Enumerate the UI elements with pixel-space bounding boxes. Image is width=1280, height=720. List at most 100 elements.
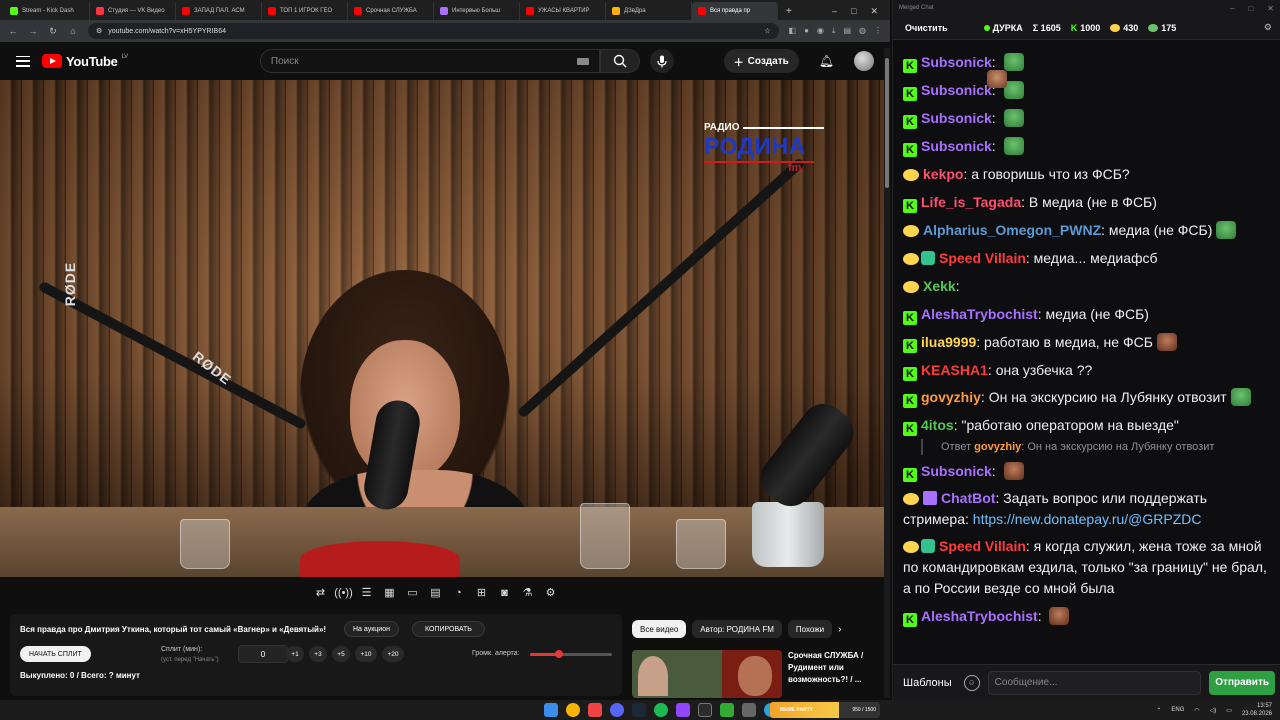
- browser-tab[interactable]: ЗАПАД ПАЛ. АСМ: [176, 2, 262, 20]
- playlist-settings-icon[interactable]: ☰: [358, 584, 375, 601]
- broadcast-icon[interactable]: ((•)): [334, 584, 353, 601]
- speed-gauge-icon[interactable]: ◔: [450, 584, 467, 601]
- bookmark-star-icon[interactable]: ☆: [764, 27, 770, 35]
- reply-reference[interactable]: Ответ govyzhiy: Он на экскурсию на Лубян…: [921, 439, 1272, 455]
- search-button[interactable]: [599, 49, 640, 73]
- chat-username[interactable]: Alpharius_Omegon_PWNZ: [923, 222, 1101, 238]
- reload-icon[interactable]: ↻: [48, 26, 58, 37]
- spotify-icon[interactable]: [654, 703, 668, 717]
- browser-tab[interactable]: Срочная СЛУЖБА: [348, 2, 434, 20]
- site-info-icon[interactable]: ⚙: [96, 27, 102, 35]
- steam-icon[interactable]: [632, 703, 646, 717]
- url-field[interactable]: ⚙ youtube.com/watch?v=xH5YPYRIB64 ☆: [88, 23, 779, 39]
- video-player[interactable]: RØDE RØDE РАДИО РОДИНА fm: [0, 80, 884, 577]
- add-box-icon[interactable]: ⊞: [473, 584, 490, 601]
- chat-username[interactable]: Subsonick: [921, 54, 992, 70]
- app-icon[interactable]: [676, 703, 690, 717]
- browser-tab[interactable]: Интервью Больш: [434, 2, 520, 20]
- app-icon[interactable]: [698, 703, 712, 717]
- hamburger-menu-icon[interactable]: [16, 55, 30, 67]
- camera-icon[interactable]: ◙: [496, 584, 513, 601]
- auction-button[interactable]: На аукцион: [344, 621, 399, 637]
- app-icon[interactable]: [742, 703, 756, 717]
- app-icon[interactable]: [588, 703, 602, 717]
- add-5-button[interactable]: +5: [332, 646, 350, 662]
- tab-similar[interactable]: Похожи: [787, 620, 833, 638]
- add-10-button[interactable]: +10: [355, 646, 377, 662]
- tab-by-author[interactable]: Автор: РОДИНА FM: [692, 620, 782, 638]
- app-icon[interactable]: [720, 703, 734, 717]
- alert-volume-knob[interactable]: [554, 650, 563, 658]
- avatar[interactable]: [854, 51, 874, 71]
- search-input[interactable]: Поиск: [259, 49, 600, 73]
- related-video-title[interactable]: Срочная СЛУЖБА / Рудимент или возможност…: [788, 650, 878, 698]
- profile-icon[interactable]: ◍: [859, 26, 866, 36]
- keyboard-icon[interactable]: [576, 57, 589, 65]
- browser-tab[interactable]: Вся правда пр: [692, 2, 778, 20]
- maximize-button[interactable]: □: [851, 6, 856, 16]
- browser-tab[interactable]: ДЗвДра: [606, 2, 692, 20]
- page-scrollbar[interactable]: [884, 48, 890, 698]
- battery-icon[interactable]: ▭: [1226, 707, 1232, 714]
- emoji-icon[interactable]: ☺: [963, 674, 980, 691]
- start-split-button[interactable]: НАЧАТЬ СПЛИТ: [20, 646, 91, 662]
- chat-username[interactable]: AleshaTrybochist: [921, 306, 1038, 322]
- templates-button[interactable]: Шаблоны: [899, 677, 956, 689]
- discord-icon[interactable]: [610, 703, 624, 717]
- download-icon[interactable]: ⤓: [832, 26, 836, 36]
- home-icon[interactable]: ⌂: [68, 26, 78, 36]
- gear-icon[interactable]: ⚙: [1264, 22, 1272, 33]
- kebab-menu-icon[interactable]: ⋮: [874, 26, 882, 36]
- minimize-button[interactable]: –: [832, 6, 837, 16]
- volume-icon[interactable]: ◁): [1210, 707, 1217, 714]
- chat-username[interactable]: KEASHA1: [921, 362, 988, 378]
- send-button[interactable]: Отправить: [1209, 670, 1275, 695]
- donate-link[interactable]: https://new.donatepay.ru/@GRPZDC: [973, 511, 1202, 527]
- clear-chat-button[interactable]: Очистить: [901, 20, 952, 36]
- chat-username[interactable]: govyzhiy: [921, 389, 981, 405]
- browser-tab[interactable]: Stream - Kick Dash: [4, 2, 90, 20]
- chat-username[interactable]: AleshaTrybochist: [921, 608, 1038, 624]
- wifi-icon[interactable]: ◠: [1194, 707, 1199, 714]
- browser-tab[interactable]: УЖАСЫ КВАРТИР: [520, 2, 606, 20]
- flask-icon[interactable]: ⚗: [519, 584, 536, 601]
- close-button[interactable]: ✕: [870, 6, 878, 17]
- copy-button[interactable]: КОПИРОВАТЬ: [412, 621, 485, 637]
- picture-in-picture-icon[interactable]: ▭: [404, 584, 421, 601]
- add-20-button[interactable]: +20: [382, 646, 404, 662]
- minimize-button[interactable]: –: [1230, 4, 1234, 13]
- loop-icon[interactable]: ⇄: [312, 584, 329, 601]
- chat-username[interactable]: ilua9999: [921, 334, 976, 350]
- browser-tab[interactable]: Студия — VK Видео: [90, 2, 176, 20]
- clapper-icon[interactable]: ▦: [381, 584, 398, 601]
- back-icon[interactable]: ←: [8, 26, 18, 36]
- chat-username[interactable]: Speed Villain: [939, 538, 1026, 554]
- related-video-card[interactable]: Срочная СЛУЖБА / Рудимент или возможност…: [632, 650, 882, 698]
- chevron-right-icon[interactable]: ›: [838, 624, 841, 635]
- extension-icon[interactable]: ◧: [789, 26, 797, 36]
- gear-icon[interactable]: ⚙: [542, 584, 559, 601]
- youtube-logo[interactable]: YouTube LV: [42, 54, 128, 69]
- forward-icon[interactable]: →: [28, 26, 38, 36]
- clock[interactable]: 13:57 23.08.2026: [1242, 702, 1272, 718]
- browser-tab[interactable]: ТОП 1 ИГРОК ГЕО: [262, 2, 348, 20]
- voice-search-button[interactable]: [649, 49, 674, 73]
- chat-username[interactable]: Xekk: [923, 278, 956, 294]
- chat-username[interactable]: 4itos: [921, 417, 954, 433]
- alert-volume-slider[interactable]: [530, 650, 612, 658]
- chat-username[interactable]: kekpo: [923, 166, 963, 182]
- video-thumbnail[interactable]: [632, 650, 782, 698]
- tray-chevron-icon[interactable]: ⌃: [1156, 707, 1161, 714]
- extension-icon[interactable]: ◉: [817, 26, 824, 36]
- message-input[interactable]: Сообщение...: [987, 670, 1202, 695]
- add-1-button[interactable]: +1: [286, 646, 304, 662]
- sidebar-icon[interactable]: ▤: [843, 26, 851, 36]
- notifications-bell-icon[interactable]: 🔔︎: [819, 54, 834, 68]
- extension-icon[interactable]: ●: [804, 26, 809, 36]
- chat-username[interactable]: Life_is_Tagada: [921, 194, 1021, 210]
- chat-username[interactable]: Subsonick: [921, 110, 992, 126]
- close-button[interactable]: ✕: [1267, 4, 1274, 13]
- split-minutes-input[interactable]: 0: [238, 645, 288, 663]
- chat-username[interactable]: Subsonick: [921, 82, 992, 98]
- new-tab-button[interactable]: +: [778, 2, 800, 20]
